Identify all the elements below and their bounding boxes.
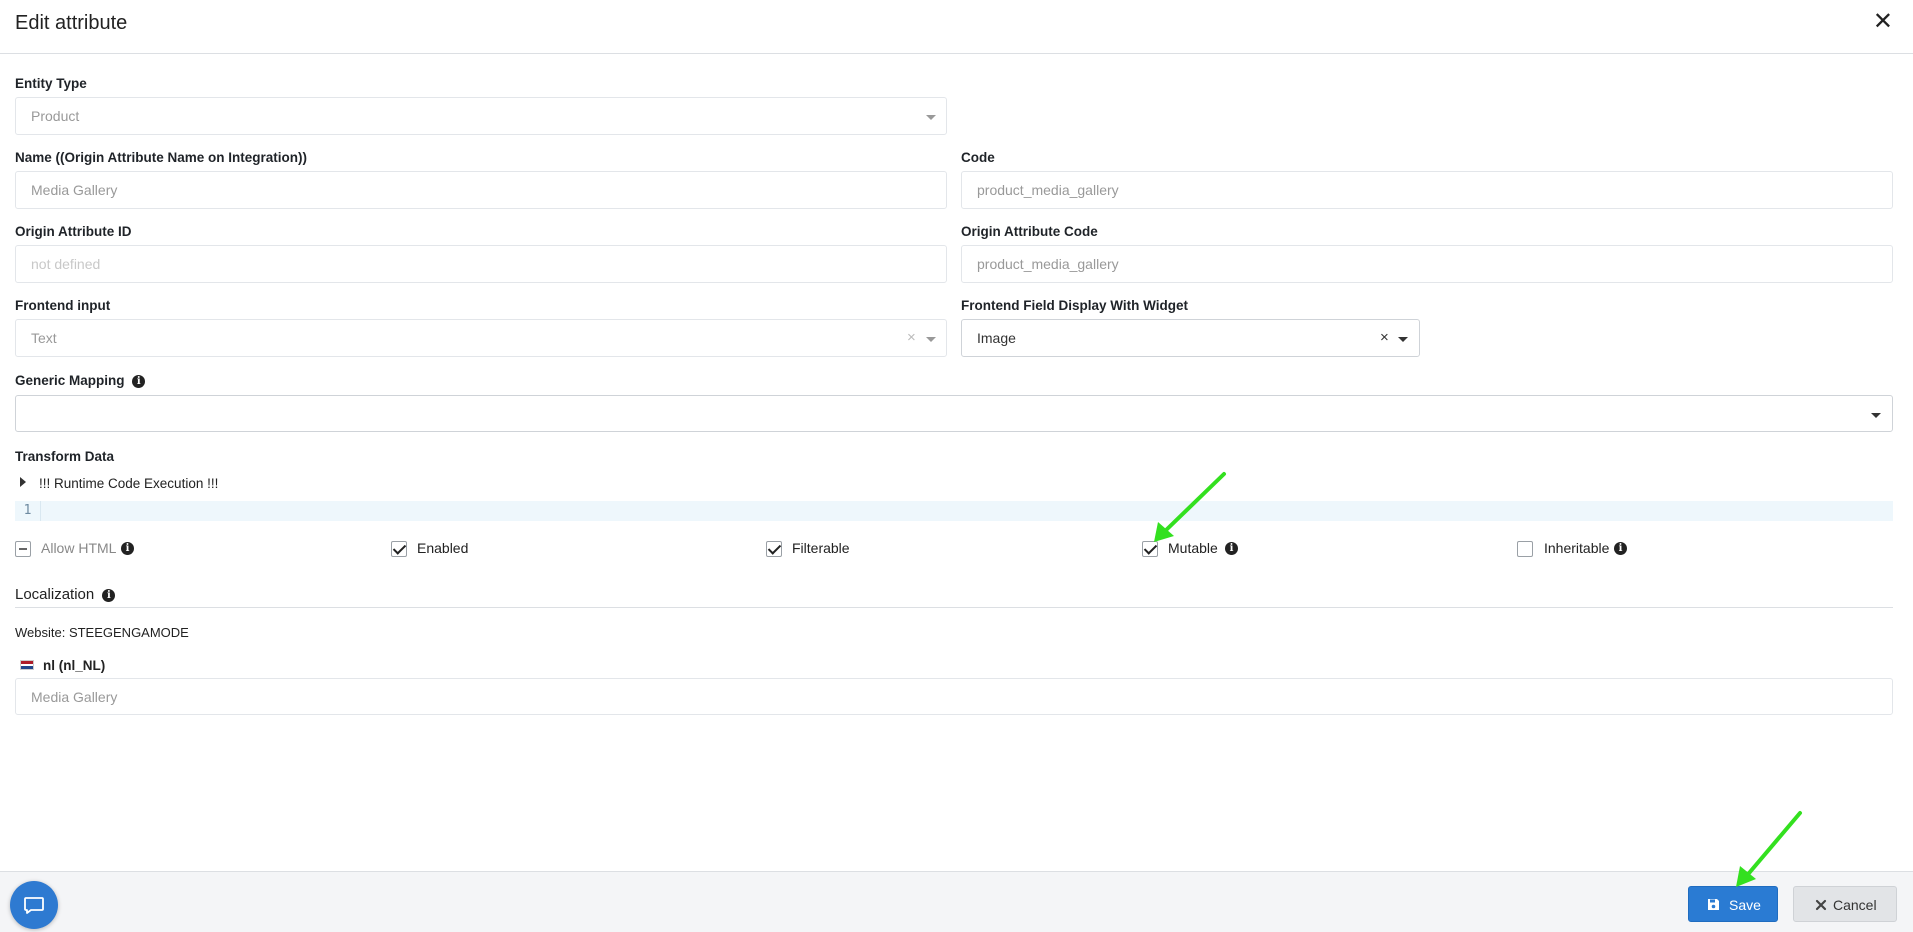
close-icon[interactable]: ✕ xyxy=(1873,10,1893,34)
cancel-button[interactable]: Cancel xyxy=(1793,886,1897,922)
generic-mapping-select[interactable] xyxy=(15,395,1893,432)
section-divider xyxy=(15,607,1893,608)
chevron-down-icon xyxy=(1398,337,1408,342)
frontend-input-value: Text xyxy=(31,330,57,346)
generic-mapping-label-text: Generic Mapping xyxy=(15,373,125,388)
allow-html-checkbox[interactable] xyxy=(15,541,31,557)
code-value: product_media_gallery xyxy=(977,182,1119,198)
chevron-down-icon xyxy=(926,115,936,120)
frontend-widget-value: Image xyxy=(977,330,1016,346)
entity-type-label: Entity Type xyxy=(15,76,87,91)
entity-type-select[interactable]: Product xyxy=(15,97,947,135)
floppy-disk-icon xyxy=(1708,899,1719,910)
save-label: Save xyxy=(1729,897,1761,913)
modal-header: Edit attribute ✕ xyxy=(0,0,1913,54)
chat-icon xyxy=(24,897,44,914)
frontend-widget-select[interactable]: Image × xyxy=(961,319,1420,357)
clear-icon[interactable]: × xyxy=(1380,330,1389,345)
annotation-arrow-mutable xyxy=(1154,472,1226,542)
code-label: Code xyxy=(961,150,995,165)
localization-title-text: Localization xyxy=(15,586,95,603)
filterable-label: Filterable xyxy=(792,540,850,556)
localized-name-value: Media Gallery xyxy=(31,689,118,705)
chevron-down-icon xyxy=(926,337,936,342)
allow-html-label: Allow HTML xyxy=(41,540,117,556)
code-field[interactable]: product_media_gallery xyxy=(961,171,1893,209)
frontend-widget-label: Frontend Field Display With Widget xyxy=(961,298,1189,313)
chat-button[interactable] xyxy=(10,881,58,929)
modal-footer xyxy=(0,871,1913,932)
origin-attribute-code-field[interactable]: product_media_gallery xyxy=(961,245,1893,283)
inheritable-label: Inheritable xyxy=(1544,540,1610,556)
website-label: Website: STEEGENGAMODE xyxy=(15,625,189,640)
name-value: Media Gallery xyxy=(31,182,118,198)
code-editor[interactable]: 1 xyxy=(15,501,1893,521)
clear-icon[interactable]: × xyxy=(907,330,916,345)
origin-attribute-code-value: product_media_gallery xyxy=(977,256,1119,272)
localization-title: Localization i xyxy=(15,586,116,603)
runtime-code-tree-node[interactable]: !!! Runtime Code Execution !!! xyxy=(39,476,218,491)
enabled-checkbox[interactable] xyxy=(391,541,407,557)
locale-label: nl (nl_NL) xyxy=(43,658,106,673)
localized-name-field[interactable]: Media Gallery xyxy=(15,678,1893,715)
generic-mapping-label: Generic Mapping i xyxy=(15,373,146,388)
cancel-label: Cancel xyxy=(1833,897,1877,913)
frontend-input-select[interactable]: Text × xyxy=(15,319,947,357)
info-circle-icon[interactable]: i xyxy=(121,542,134,555)
filterable-checkbox[interactable] xyxy=(766,541,782,557)
info-circle-icon[interactable]: i xyxy=(132,374,146,388)
save-button[interactable]: Save xyxy=(1688,886,1778,922)
origin-attribute-id-placeholder: not defined xyxy=(31,256,101,272)
name-label: Name ((Origin Attribute Name on Integrat… xyxy=(15,150,308,165)
chevron-down-icon xyxy=(1871,413,1881,418)
inheritable-checkbox[interactable] xyxy=(1517,541,1533,557)
transform-data-label: Transform Data xyxy=(15,449,115,464)
nl-flag-icon xyxy=(20,660,34,670)
info-circle-icon[interactable]: i xyxy=(102,588,116,602)
origin-attribute-code-label: Origin Attribute Code xyxy=(961,224,1098,239)
info-circle-icon[interactable]: i xyxy=(1614,542,1627,555)
line-number: 1 xyxy=(15,501,41,521)
origin-attribute-id-field[interactable]: not defined xyxy=(15,245,947,283)
name-field[interactable]: Media Gallery xyxy=(15,171,947,209)
entity-type-value: Product xyxy=(31,108,80,124)
times-icon xyxy=(1815,899,1827,911)
frontend-input-label: Frontend input xyxy=(15,298,111,313)
modal-title: Edit attribute xyxy=(15,12,128,34)
enabled-label: Enabled xyxy=(417,540,469,556)
annotation-arrow-save xyxy=(1736,811,1802,887)
origin-attribute-id-label: Origin Attribute ID xyxy=(15,224,132,239)
caret-right-icon[interactable] xyxy=(20,477,26,487)
